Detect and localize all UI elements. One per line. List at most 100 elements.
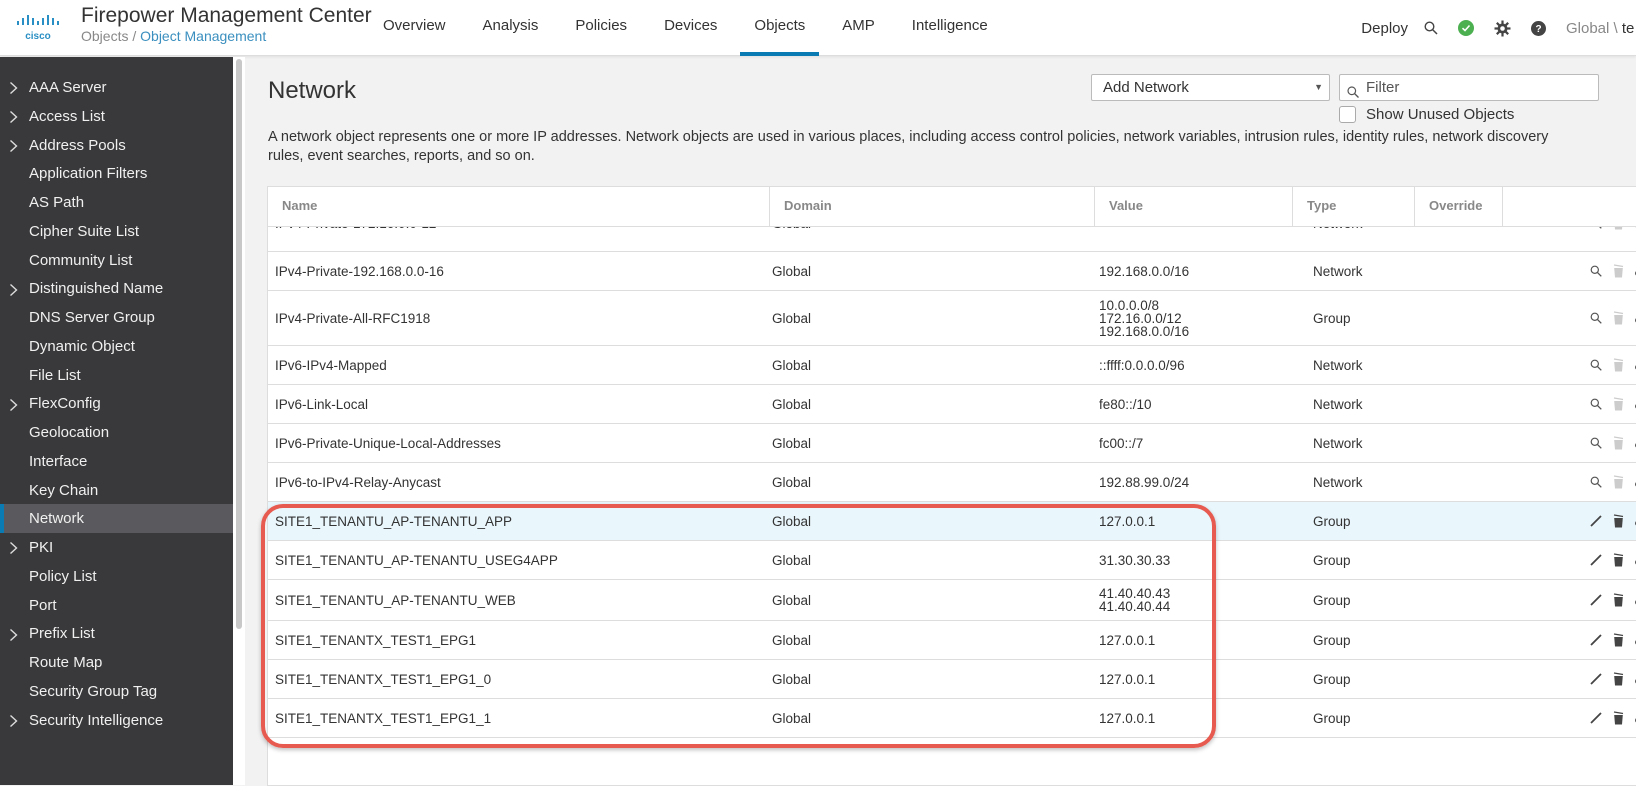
edit-icon[interactable] [1589, 514, 1602, 528]
sidebar-item-port[interactable]: Port [0, 591, 233, 620]
view-icon[interactable] [1589, 264, 1602, 278]
show-unused-checkbox[interactable] [1339, 106, 1356, 123]
table-row[interactable]: SITE1_TENANTX_TEST1_EPG1_0Global127.0.0.… [268, 660, 1636, 699]
sidebar-item-geolocation[interactable]: Geolocation [0, 418, 233, 447]
delete-icon[interactable] [1612, 633, 1625, 647]
sidebar-item-aaa-server[interactable]: AAA Server [0, 73, 233, 102]
sidebar-item-network[interactable]: Network [0, 504, 233, 533]
app-title: Firepower Management Center [81, 4, 372, 28]
sidebar-item-prefix-list[interactable]: Prefix List [0, 619, 233, 648]
help-icon[interactable]: ? [1531, 21, 1546, 36]
chevron-right-icon[interactable] [9, 619, 18, 648]
nav-amp[interactable]: AMP [842, 0, 875, 56]
nav-analysis[interactable]: Analysis [483, 0, 539, 56]
sidebar-item-security-intelligence[interactable]: Security Intelligence [0, 706, 233, 735]
edit-icon[interactable] [1589, 711, 1602, 725]
chevron-right-icon[interactable] [9, 102, 18, 131]
chevron-right-icon[interactable] [9, 274, 18, 303]
sidebar-item-dns-server-group[interactable]: DNS Server Group [0, 303, 233, 332]
sidebar-item-access-list[interactable]: Access List [0, 102, 233, 131]
nav-intelligence[interactable]: Intelligence [912, 0, 988, 56]
chevron-right-icon[interactable] [9, 73, 18, 102]
nav-devices[interactable]: Devices [664, 0, 717, 56]
object-name: IPv4-Private-192.168.0.0-16 [275, 252, 444, 290]
column-header-name[interactable]: Name [268, 187, 770, 227]
object-domain: Global [772, 621, 811, 659]
add-network-dropdown[interactable]: Add Network ▼ [1091, 74, 1330, 101]
chevron-right-icon[interactable] [9, 389, 18, 418]
column-header-type[interactable]: Type [1293, 187, 1415, 227]
delete-icon[interactable] [1612, 553, 1625, 567]
chevron-right-icon[interactable] [9, 131, 18, 160]
delete-icon[interactable] [1612, 514, 1625, 528]
gear-icon[interactable] [1494, 20, 1511, 37]
delete-icon [1612, 264, 1625, 278]
edit-icon[interactable] [1589, 633, 1602, 647]
domain-user-menu[interactable]: Global \ te [1566, 20, 1636, 37]
column-header-value[interactable]: Value [1095, 187, 1293, 227]
nav-policies[interactable]: Policies [575, 0, 627, 56]
table-row[interactable]: SITE1_TENANTX_TEST1_EPG1_1Global127.0.0.… [268, 699, 1636, 738]
sidebar-item-interface[interactable]: Interface [0, 447, 233, 476]
filter-input[interactable]: Filter [1339, 74, 1599, 101]
edit-icon[interactable] [1589, 593, 1602, 607]
search-icon[interactable] [1424, 21, 1438, 35]
search-icon [1347, 81, 1359, 106]
view-icon[interactable] [1589, 475, 1602, 489]
show-unused-objects[interactable]: Show Unused Objects [1339, 106, 1514, 123]
view-icon[interactable] [1589, 436, 1602, 450]
table-row[interactable]: SITE1_TENANTU_AP-TENANTU_USEG4APPGlobal3… [268, 541, 1636, 580]
nav-objects[interactable]: Objects [754, 0, 805, 56]
table-row[interactable]: IPv6-Link-LocalGlobalfe80::/10Network [268, 385, 1636, 424]
view-icon[interactable] [1589, 311, 1602, 325]
table-row[interactable]: IPv6-IPv4-MappedGlobal::ffff:0.0.0.0/96N… [268, 346, 1636, 385]
main-content: Network Add Network ▼ Filter Show Unused… [245, 57, 1636, 785]
column-header-domain[interactable]: Domain [770, 187, 1095, 227]
table-row[interactable]: IPv6-Private-Unique-Local-AddressesGloba… [268, 424, 1636, 463]
sidebar-item-flexconfig[interactable]: FlexConfig [0, 389, 233, 418]
status-ok-icon[interactable] [1458, 20, 1474, 36]
chevron-right-icon[interactable] [9, 533, 18, 562]
table-row[interactable]: SITE1_TENANTU_AP-TENANTU_WEBGlobal41.40.… [268, 580, 1636, 621]
delete-icon[interactable] [1612, 593, 1625, 607]
table-row[interactable]: SITE1_TENANTU_AP-TENANTU_APPGlobal127.0.… [268, 502, 1636, 541]
sidebar-item-label: Key Chain [29, 482, 98, 499]
nav-overview[interactable]: Overview [383, 0, 446, 56]
sidebar-item-distinguished-name[interactable]: Distinguished Name [0, 274, 233, 303]
sidebar-item-address-pools[interactable]: Address Pools [0, 131, 233, 160]
table-row[interactable]: SITE1_TENANTX_TEST1_EPG1Global127.0.0.1G… [268, 621, 1636, 660]
breadcrumb-parent[interactable]: Objects [81, 28, 128, 44]
sidebar-item-key-chain[interactable]: Key Chain [0, 476, 233, 505]
sidebar-item-policy-list[interactable]: Policy List [0, 562, 233, 591]
delete-icon[interactable] [1612, 672, 1625, 686]
edit-icon[interactable] [1589, 672, 1602, 686]
object-domain: Global [772, 660, 811, 698]
sidebar-scrollbar[interactable] [233, 57, 245, 785]
object-type: Network [1313, 346, 1363, 384]
sidebar-item-community-list[interactable]: Community List [0, 246, 233, 275]
table-row[interactable]: IPv6-to-IPv4-Relay-AnycastGlobal192.88.9… [268, 463, 1636, 502]
deploy-button[interactable]: Deploy [1361, 20, 1408, 37]
delete-icon[interactable] [1612, 711, 1625, 725]
sidebar-item-dynamic-object[interactable]: Dynamic Object [0, 332, 233, 361]
sidebar-item-cipher-suite-list[interactable]: Cipher Suite List [0, 217, 233, 246]
sidebar-item-pki[interactable]: PKI [0, 533, 233, 562]
sidebar-item-security-group-tag[interactable]: Security Group Tag [0, 677, 233, 706]
sidebar-item-application-filters[interactable]: Application Filters [0, 159, 233, 188]
table-row[interactable]: IPv4-Private-192.168.0.0-16Global192.168… [268, 252, 1636, 291]
table-row[interactable]: IPv4-Private-All-RFC1918Global10.0.0.0/8… [268, 291, 1636, 346]
object-domain: Global [772, 699, 811, 737]
breadcrumb-current[interactable]: Object Management [140, 28, 266, 44]
row-actions [1503, 621, 1636, 659]
sidebar-item-file-list[interactable]: File List [0, 361, 233, 390]
object-domain: Global [772, 252, 811, 290]
sidebar-item-route-map[interactable]: Route Map [0, 648, 233, 677]
sidebar-item-as-path[interactable]: AS Path [0, 188, 233, 217]
edit-icon[interactable] [1589, 553, 1602, 567]
sidebar-scrollbar-thumb[interactable] [236, 59, 242, 629]
column-header-override[interactable]: Override [1415, 187, 1503, 227]
chevron-right-icon[interactable] [9, 706, 18, 735]
view-icon[interactable] [1589, 358, 1602, 372]
value-line: ::ffff:0.0.0.0/96 [1099, 359, 1185, 372]
view-icon[interactable] [1589, 397, 1602, 411]
